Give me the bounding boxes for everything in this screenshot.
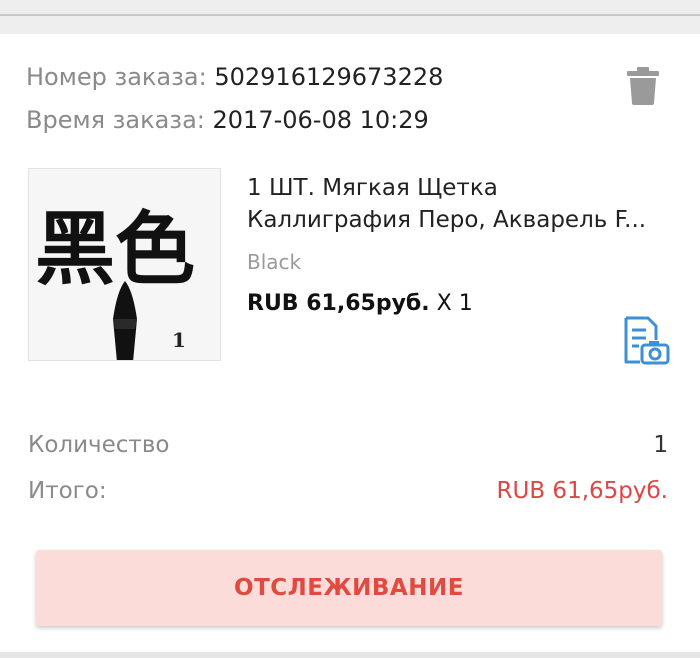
total-label: Итого:	[28, 478, 107, 504]
quantity-label: Количество	[28, 432, 170, 458]
total-value: RUB 61,65руб.	[496, 478, 668, 504]
product-image[interactable]: 黑色 1	[28, 168, 221, 361]
top-divider-line	[0, 14, 700, 16]
bottom-separator	[0, 652, 700, 658]
track-order-label: ОТСЛЕЖИВАНИЕ	[234, 575, 464, 601]
order-time-row: Время заказа: 2017-06-08 10:29	[26, 105, 429, 135]
track-order-button[interactable]: ОТСЛЕЖИВАНИЕ	[36, 550, 662, 626]
order-number-label: Номер заказа:	[26, 63, 207, 91]
product-price-line: RUB 61,65руб. X 1	[247, 289, 473, 319]
order-number-value: 502916129673228	[214, 63, 444, 91]
product-variant: Black	[247, 250, 302, 274]
product-price: RUB 61,65руб.	[247, 291, 430, 316]
document-camera-icon[interactable]	[620, 316, 670, 366]
order-number-row: Номер заказа: 502916129673228	[26, 62, 443, 92]
quantity-value: 1	[653, 432, 668, 458]
pen-number-label: 1	[172, 328, 186, 352]
total-row: Итого: RUB 61,65руб.	[28, 476, 668, 506]
product-quantity-multiplier: X 1	[436, 291, 473, 316]
trash-icon[interactable]	[627, 67, 659, 105]
product-title[interactable]: 1 ШТ. Мягкая Щетка Каллиграфия Перо, Акв…	[247, 172, 667, 236]
order-time-label: Время заказа:	[26, 106, 205, 134]
calligraphy-chars: 黑色	[35, 203, 195, 296]
quantity-row: Количество 1	[28, 430, 668, 460]
order-time-value: 2017-06-08 10:29	[212, 106, 429, 134]
top-separator	[0, 0, 700, 34]
